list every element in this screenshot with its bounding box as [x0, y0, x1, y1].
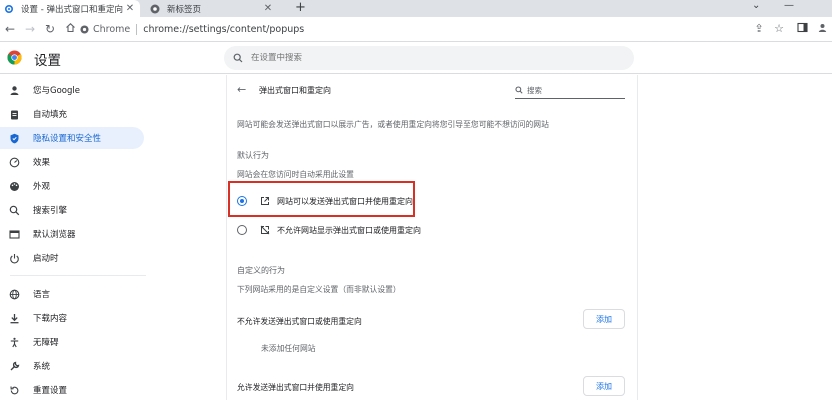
- sidebar-item-languages[interactable]: 语言: [0, 283, 144, 305]
- default-behavior-subtitle: 网站会在您访问时自动采用此设置: [237, 170, 354, 179]
- sidebar-item-you-and-google[interactable]: 您与Google: [0, 79, 144, 101]
- sidebar-item-search-engine[interactable]: 搜索引擎: [0, 199, 144, 221]
- page-title: 设置: [34, 53, 61, 69]
- side-panel-icon[interactable]: [795, 22, 809, 36]
- back-icon[interactable]: ←: [3, 22, 17, 36]
- add-blocked-site-button[interactable]: 添加: [583, 309, 625, 329]
- empty-list-text: 未添加任何网站: [261, 344, 316, 353]
- search-icon: [515, 86, 523, 94]
- bookmark-star-icon[interactable]: ☆: [772, 22, 786, 36]
- card-header: ← 弹出式窗口和重定向 搜索: [227, 75, 637, 105]
- toolbar: ← → ↻ Chrome chrome://settings/content/p…: [0, 17, 832, 42]
- sidebar-item-label: 启动时: [33, 254, 59, 264]
- site-info-chip[interactable]: Chrome: [80, 24, 138, 35]
- allow-list-label: 允许发送弹出式窗口并使用重定向: [237, 383, 354, 392]
- popup-blocked-icon: [259, 224, 271, 236]
- tab-strip: 设置 - 弹出式窗口和重定向 ✕ 新标签页 ✕ + ⌄ —: [0, 0, 832, 17]
- sidebar-item-label: 无障碍: [33, 338, 59, 348]
- new-tab-button[interactable]: +: [295, 0, 306, 17]
- sidebar-item-on-startup[interactable]: 启动时: [0, 247, 144, 269]
- default-behavior-title: 默认行为: [237, 151, 269, 160]
- sidebar-item-system[interactable]: 系统: [0, 355, 144, 377]
- profile-icon[interactable]: [815, 22, 829, 36]
- highlight-box: [228, 181, 415, 217]
- block-list-label: 不允许发送弹出式窗口或使用重定向: [237, 317, 362, 326]
- sidebar-item-accessibility[interactable]: 无障碍: [0, 331, 144, 353]
- search-icon: [8, 204, 21, 217]
- download-icon: [8, 312, 21, 325]
- tab-search-icon[interactable]: ⌄: [752, 0, 760, 12]
- site-search-placeholder: 搜索: [527, 85, 542, 95]
- description-text: 网站可能会发送弹出式窗口以展示广告，或者使用重定向将您引导至您可能不想访问的网站: [237, 120, 549, 129]
- clipboard-icon: [8, 108, 21, 121]
- chrome-icon: [150, 4, 160, 14]
- sidebar-divider: [10, 275, 146, 276]
- sidebar-item-label: 系统: [33, 362, 51, 372]
- add-allowed-site-button[interactable]: 添加: [583, 376, 625, 396]
- sidebar-item-label: 下载内容: [33, 314, 68, 324]
- wrench-icon: [8, 360, 21, 373]
- chrome-logo-icon: [7, 50, 22, 65]
- back-arrow-icon[interactable]: ←: [237, 84, 246, 96]
- site-search-field[interactable]: 搜索: [515, 82, 625, 99]
- shield-icon: [8, 132, 21, 145]
- power-icon: [8, 252, 21, 265]
- close-tab-icon[interactable]: ✕: [124, 3, 136, 14]
- reset-icon: [8, 384, 21, 397]
- sidebar-item-performance[interactable]: 效果: [0, 151, 144, 173]
- tab-title: 新标签页: [167, 4, 202, 15]
- sidebar-item-label: 默认浏览器: [33, 230, 76, 240]
- settings-header: 设置: [0, 42, 832, 74]
- palette-icon: [8, 180, 21, 193]
- gauge-icon: [8, 156, 21, 169]
- tab-settings-popups[interactable]: 设置 - 弹出式窗口和重定向 ✕: [0, 0, 140, 17]
- browser-icon: [8, 228, 21, 241]
- sidebar-item-label: 重置设置: [33, 386, 68, 396]
- radio-unselected[interactable]: [237, 225, 247, 235]
- sidebar-item-label: 外观: [33, 182, 51, 192]
- reload-icon[interactable]: ↻: [43, 22, 57, 36]
- close-tab-icon[interactable]: ✕: [262, 3, 274, 14]
- sidebar-item-label: 搜索引擎: [33, 206, 68, 216]
- sidebar-item-label: 自动填充: [33, 110, 68, 120]
- sidebar-item-label: 您与Google: [33, 86, 80, 96]
- chrome-icon: [80, 25, 89, 34]
- search-icon: [233, 53, 243, 63]
- url-text[interactable]: chrome://settings/content/popups: [143, 24, 304, 35]
- custom-behavior-title: 自定义的行为: [237, 266, 285, 275]
- tab-new-tab[interactable]: 新标签页 ✕: [144, 0, 278, 17]
- sidebar-item-appearance[interactable]: 外观: [0, 175, 144, 197]
- sidebar-item-label: 语言: [33, 290, 51, 300]
- address-bar[interactable]: Chrome chrome://settings/content/popups: [80, 20, 740, 39]
- sidebar-item-label: 隐私设置和安全性: [33, 134, 102, 144]
- tab-title: 设置 - 弹出式窗口和重定向: [21, 4, 123, 15]
- person-icon: [8, 84, 21, 97]
- sidebar-item-label: 效果: [33, 158, 51, 168]
- option-block-popups[interactable]: 不允许网站显示弹出式窗口或使用重定向: [237, 220, 627, 240]
- custom-behavior-subtitle: 下列网站采用的是自定义设置（而非默认设置）: [237, 285, 401, 294]
- sidebar-item-privacy-security[interactable]: 隐私设置和安全性: [0, 127, 144, 149]
- sidebar-item-autofill[interactable]: 自动填充: [0, 103, 144, 125]
- search-input[interactable]: [251, 53, 611, 63]
- accessibility-icon: [8, 336, 21, 349]
- settings-search[interactable]: [224, 46, 634, 70]
- globe-icon: [8, 288, 21, 301]
- option-label: 不允许网站显示弹出式窗口或使用重定向: [277, 225, 421, 235]
- site-chip-label: Chrome: [93, 24, 131, 35]
- popups-settings-card: ← 弹出式窗口和重定向 搜索 网站可能会发送弹出式窗口以展示广告，或者使用重定向…: [226, 75, 638, 400]
- sidebar-item-reset-settings[interactable]: 重置设置: [0, 379, 144, 401]
- gear-icon: [4, 4, 14, 14]
- share-icon[interactable]: ⇪: [752, 22, 766, 36]
- sidebar-item-default-browser[interactable]: 默认浏览器: [0, 223, 144, 245]
- forward-icon[interactable]: →: [23, 22, 37, 36]
- minimize-icon[interactable]: —: [784, 0, 794, 12]
- sidebar: 您与Google 自动填充 隐私设置和安全性 效果 外观 搜索引擎 默认浏览器 …: [0, 75, 150, 400]
- section-title: 弹出式窗口和重定向: [259, 86, 331, 95]
- sidebar-item-downloads[interactable]: 下载内容: [0, 307, 144, 329]
- home-icon[interactable]: [63, 22, 77, 36]
